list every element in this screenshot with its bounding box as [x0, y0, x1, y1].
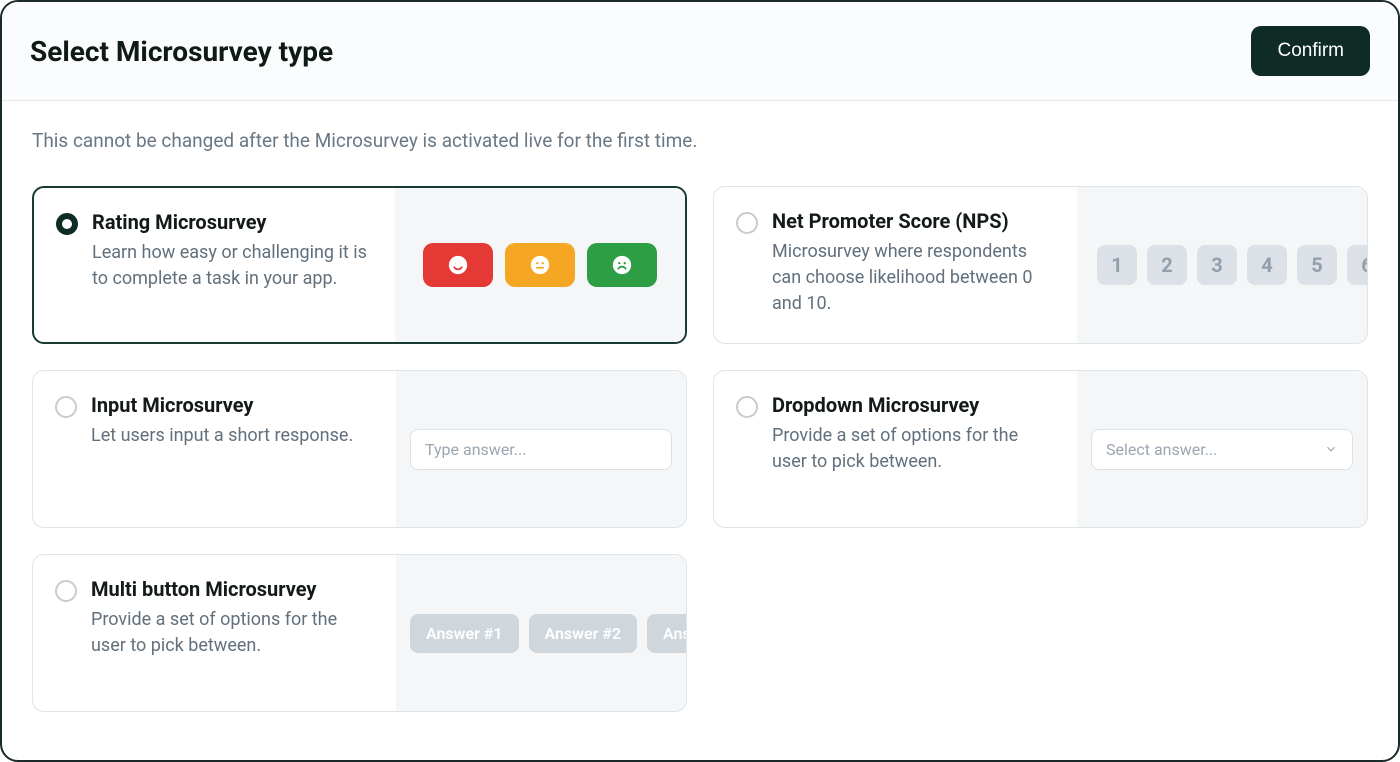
- nps-number: 4: [1247, 245, 1287, 285]
- radio-icon[interactable]: [736, 212, 758, 234]
- option-title: Net Promoter Score (NPS): [772, 209, 1057, 233]
- multibutton-row: Answer #1 Answer #2 Answer #3: [410, 614, 686, 653]
- dialog-window: Select Microsurvey type Confirm This can…: [0, 0, 1400, 762]
- option-text: Multi button Microsurvey Provide a set o…: [91, 577, 376, 689]
- radio-selected-icon[interactable]: [56, 213, 78, 235]
- option-left: Dropdown Microsurvey Provide a set of op…: [714, 371, 1077, 527]
- face-sad-icon: [587, 243, 657, 287]
- confirm-button[interactable]: Confirm: [1251, 26, 1370, 76]
- dialog-title: Select Microsurvey type: [30, 35, 333, 68]
- dialog-subtitle: This cannot be changed after the Microsu…: [32, 129, 1368, 152]
- option-card-rating[interactable]: Rating Microsurvey Learn how easy or cha…: [32, 186, 687, 344]
- nps-number: 3: [1197, 245, 1237, 285]
- option-preview-rating: [395, 188, 685, 342]
- option-desc: Provide a set of options for the user to…: [772, 423, 1057, 475]
- dialog-body: This cannot be changed after the Microsu…: [2, 101, 1398, 760]
- option-text: Dropdown Microsurvey Provide a set of op…: [772, 393, 1057, 505]
- option-title: Rating Microsurvey: [92, 210, 375, 234]
- option-card-dropdown[interactable]: Dropdown Microsurvey Provide a set of op…: [713, 370, 1368, 528]
- option-title: Input Microsurvey: [91, 393, 376, 417]
- option-card-multibutton[interactable]: Multi button Microsurvey Provide a set o…: [32, 554, 687, 712]
- nps-number: 6: [1347, 245, 1367, 285]
- option-text: Net Promoter Score (NPS) Microsurvey whe…: [772, 209, 1057, 321]
- option-text: Rating Microsurvey Learn how easy or cha…: [92, 210, 375, 320]
- option-left: Rating Microsurvey Learn how easy or cha…: [34, 188, 395, 342]
- answer-pill: Answer #2: [529, 614, 638, 653]
- select-placeholder: Select answer...: [1106, 440, 1217, 459]
- option-title: Dropdown Microsurvey: [772, 393, 1057, 417]
- answer-pill: Answer #3: [647, 614, 686, 653]
- select-preview-field: Select answer...: [1091, 429, 1353, 470]
- option-left: Multi button Microsurvey Provide a set o…: [33, 555, 396, 711]
- option-desc: Provide a set of options for the user to…: [91, 607, 376, 659]
- option-preview-multibutton: Answer #1 Answer #2 Answer #3: [396, 555, 686, 711]
- option-text: Input Microsurvey Let users input a shor…: [91, 393, 376, 505]
- option-preview-nps: 1 2 3 4 5 6 7: [1077, 187, 1367, 343]
- option-left: Input Microsurvey Let users input a shor…: [33, 371, 396, 527]
- face-neutral-icon: [505, 243, 575, 287]
- option-preview-input: Type answer...: [396, 371, 686, 527]
- rating-faces: [423, 243, 657, 287]
- nps-number: 5: [1297, 245, 1337, 285]
- option-card-nps[interactable]: Net Promoter Score (NPS) Microsurvey whe…: [713, 186, 1368, 344]
- option-desc: Learn how easy or challenging it is to c…: [92, 240, 375, 292]
- answer-pill: Answer #1: [410, 614, 519, 653]
- option-card-input[interactable]: Input Microsurvey Let users input a shor…: [32, 370, 687, 528]
- option-left: Net Promoter Score (NPS) Microsurvey whe…: [714, 187, 1077, 343]
- face-happy-icon: [423, 243, 493, 287]
- options-grid: Rating Microsurvey Learn how easy or cha…: [32, 186, 1368, 712]
- input-preview-field: Type answer...: [410, 429, 672, 470]
- option-desc: Microsurvey where respondents can choose…: [772, 239, 1057, 317]
- dialog-header: Select Microsurvey type Confirm: [2, 2, 1398, 101]
- option-desc: Let users input a short response.: [91, 423, 376, 449]
- nps-number: 2: [1147, 245, 1187, 285]
- option-preview-dropdown: Select answer...: [1077, 371, 1367, 527]
- chevron-down-icon: [1324, 442, 1338, 456]
- radio-icon[interactable]: [55, 396, 77, 418]
- option-title: Multi button Microsurvey: [91, 577, 376, 601]
- radio-icon[interactable]: [55, 580, 77, 602]
- radio-icon[interactable]: [736, 396, 758, 418]
- nps-number-row: 1 2 3 4 5 6 7: [1097, 245, 1367, 285]
- nps-number: 1: [1097, 245, 1137, 285]
